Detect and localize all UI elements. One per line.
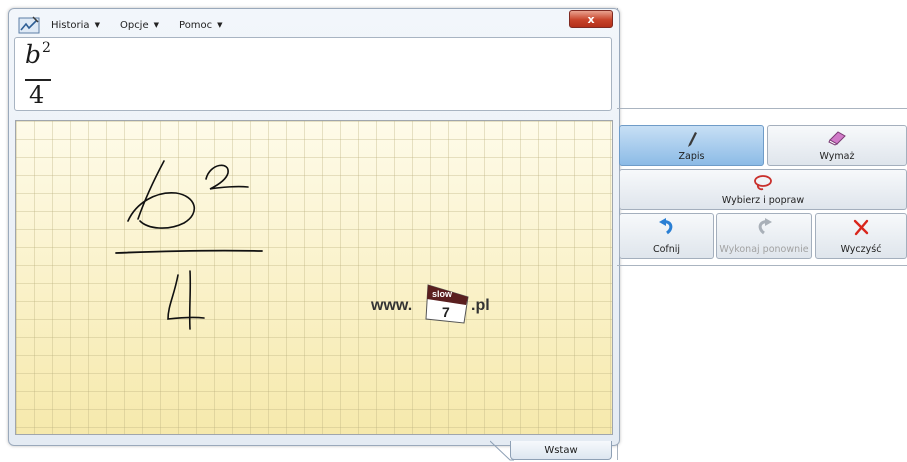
undo-arrow-icon: [658, 218, 676, 241]
redo-arrow-icon: [755, 218, 773, 241]
erase-button[interactable]: Wymaż: [767, 125, 907, 166]
close-icon: x: [587, 12, 595, 26]
preview-numerator: b2: [25, 40, 51, 69]
write-button-label: Zapis: [678, 151, 705, 162]
watermark-badge-top: slow: [432, 289, 453, 299]
math-input-window: Historia ▼ Opcje ▼ Pomoc ▼ x b2 4 www. s…: [8, 8, 620, 446]
lasso-icon: [752, 174, 774, 195]
writing-canvas[interactable]: www. slow 7 .pl: [15, 120, 613, 435]
erase-button-label: Wymaż: [819, 151, 855, 162]
preview-exponent: 2: [42, 40, 51, 56]
select-correct-button-label: Wybierz i popraw: [721, 195, 805, 206]
menu-opcje[interactable]: Opcje ▼: [120, 20, 159, 31]
menu-pomoc-label: Pomoc: [179, 19, 213, 31]
math-input-icon[interactable]: [17, 15, 41, 35]
preview-denominator: 4: [29, 81, 45, 109]
watermark-prefix: www.: [371, 297, 413, 314]
insert-button-label: Wstaw: [544, 444, 578, 456]
chevron-down-icon: ▼: [94, 21, 100, 29]
formula-preview: b2 4: [14, 37, 612, 111]
pen-icon: [683, 130, 701, 151]
chevron-down-icon: ▼: [217, 21, 223, 29]
close-button[interactable]: x: [569, 10, 613, 28]
watermark-logo: www. slow 7 .pl: [371, 281, 511, 331]
undo-button[interactable]: Cofnij: [619, 213, 714, 259]
select-correct-button[interactable]: Wybierz i popraw: [619, 169, 907, 210]
handwritten-strokes: [115, 160, 263, 330]
watermark-badge-number: 7: [442, 304, 450, 320]
watermark-suffix: .pl: [471, 297, 490, 314]
menu-historia-label: Historia: [51, 19, 90, 31]
clear-button[interactable]: Wyczyść: [815, 213, 907, 259]
menu-pomoc[interactable]: Pomoc ▼: [179, 20, 223, 31]
menu-opcje-label: Opcje: [119, 19, 149, 31]
redo-button-label: Wykonaj ponownie: [719, 244, 809, 255]
chevron-down-icon: ▼: [153, 21, 160, 29]
clear-button-label: Wyczyść: [840, 244, 882, 255]
eraser-icon: [827, 130, 847, 149]
red-x-icon: [852, 218, 870, 239]
insert-button[interactable]: Wstaw: [510, 441, 612, 460]
watermark-badge: slow 7: [425, 284, 469, 324]
menu-bar: Historia ▼ Opcje ▼ Pomoc ▼: [17, 15, 243, 35]
menu-historia[interactable]: Historia ▼: [51, 20, 100, 31]
undo-button-label: Cofnij: [652, 244, 681, 255]
preview-numerator-base: b: [25, 40, 42, 69]
write-button[interactable]: Zapis: [619, 125, 764, 166]
redo-button[interactable]: Wykonaj ponownie: [716, 213, 812, 259]
